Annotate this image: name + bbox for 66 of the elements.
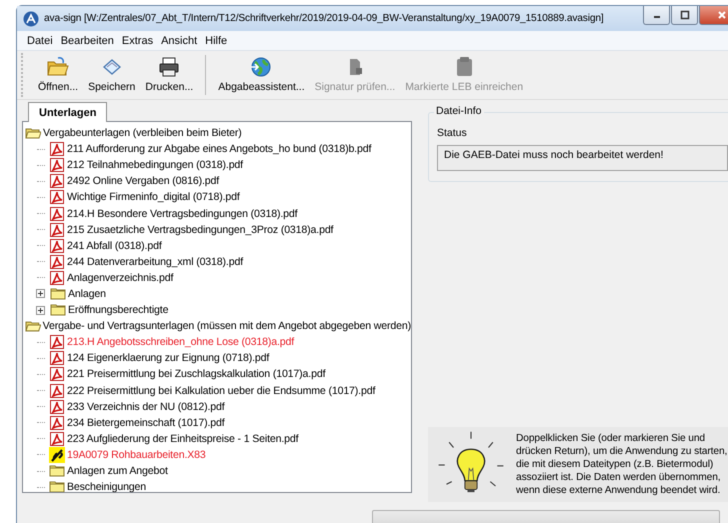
minimize-button[interactable]	[643, 6, 670, 25]
menu-item[interactable]: Bearbeiten	[56, 34, 118, 46]
tree-item[interactable]: 214.H Besondere Vertragsbedingungen (0318).pdf	[66, 208, 298, 220]
status-label: Status	[437, 127, 468, 139]
pdf-file-icon	[49, 430, 65, 447]
tree-item[interactable]: 19A0079 Rohbauarbeiten.X83	[66, 448, 206, 461]
tree-item[interactable]: Vergabeunterlagen (verbleiben beim Bieter)	[42, 127, 242, 140]
pdf-file-icon	[49, 189, 65, 206]
tree-item[interactable]: 234 Bietergemeinschaft (1017).pdf	[66, 416, 225, 429]
folder-icon	[46, 56, 70, 78]
pdf-file-icon	[49, 141, 65, 158]
menu-item[interactable]: Hilfe	[201, 34, 232, 46]
pdf-file-icon	[49, 414, 65, 431]
group-title: Datei-Info	[434, 105, 484, 117]
menu-item[interactable]: Datei	[23, 34, 57, 46]
window-title: ava-sign [W:/Zentrales/07_Abt_T/Intern/T12/Schriftverkehr/2019/2019-04-09_BW-Veranstaltung/xy_19A0079_1510889.avasign]	[44, 13, 604, 24]
app-logo-icon	[23, 10, 39, 26]
printer-icon	[157, 56, 182, 78]
tab[interactable]: Unterlagen	[28, 102, 108, 122]
tree-item[interactable]: Vergabe- und Vertragsunterlagen (müssen mit dem Angebot abgegeben werden)	[42, 320, 411, 332]
toolbar-button[interactable]: Speichern	[84, 53, 140, 97]
tree-item[interactable]: Anlagen zum Angebot	[66, 465, 168, 478]
tree-item[interactable]: 223 Aufgliederung der Einheitspreise - 1 Seiten.pdf	[66, 432, 298, 445]
tree-item[interactable]: Eröffnungsberechtigte	[67, 304, 168, 316]
pdf-file-icon	[49, 270, 65, 286]
tree-item[interactable]: 213.H Angebotsschreiben_ohne Lose (0318)a.pdf	[66, 336, 294, 348]
maximize-icon	[680, 10, 690, 20]
pdf-file-icon	[49, 173, 65, 190]
tree-item[interactable]: 124 Eigenerklaerung zur Eignung (0718).pdf	[66, 352, 270, 364]
tree-item[interactable]: 211 Aufforderung zur Abgabe eines Angebots_ho bund (0318)b.pdf	[66, 143, 372, 156]
pen-file-icon	[49, 446, 65, 463]
expand-button[interactable]	[36, 306, 45, 315]
tree-item[interactable]: 233 Verzeichnis der NU (0812).pdf	[66, 400, 225, 413]
globe-icon	[249, 56, 274, 78]
pdf-file-icon	[49, 206, 65, 222]
menu-item[interactable]: Ansicht	[157, 34, 202, 46]
maximize-button[interactable]	[671, 6, 698, 25]
tree-item[interactable]: Anlagen	[67, 288, 106, 300]
pdf-file-icon	[49, 238, 65, 254]
tree-item[interactable]: 244 Datenverarbeitung_xml (0318).pdf	[66, 256, 243, 268]
toolbar-button[interactable]: Öffnen...	[34, 53, 82, 97]
pdf-file-icon	[49, 334, 65, 350]
menu-item[interactable]: Extras	[118, 34, 158, 46]
tree-item[interactable]: 222 Preisermittlung bei Kalkulation ueber die Endsumme (1017).pdf	[66, 384, 376, 397]
toolbar-button[interactable]: Abgabeassistent...	[214, 53, 309, 97]
pdf-file-icon	[49, 222, 65, 238]
pdf-file-icon	[49, 398, 65, 415]
close-icon	[717, 10, 727, 20]
tree-item[interactable]: 241 Abfall (0318).pdf	[66, 240, 162, 252]
toolbar-button[interactable]: Drucken...	[141, 53, 198, 97]
hint-text: Doppelklicken Sie (oder markieren Sie und drücken Return), um die Anwendung zu starten, die mit diesem Dateitypen (z.B. Bietermodul) assoziiert ist. Die Daten werden übernommen, wenn diese externe Anwendung beendet wird.	[516, 432, 728, 497]
tree-item[interactable]: Wichtige Firmeninfo_digital (0718).pdf	[66, 191, 240, 204]
tree-item[interactable]: Bescheinigungen	[66, 481, 146, 492]
tree-item[interactable]: 212 Teilnahmebedingungen (0318).pdf	[66, 159, 243, 172]
pdf-file-icon	[49, 382, 65, 399]
status-field: Die GAEB-Datei muss noch bearbeitet werden!	[437, 145, 728, 171]
pdf-file-icon	[49, 157, 65, 174]
pdf-file-icon	[49, 366, 65, 382]
folder-icon	[49, 479, 65, 492]
pdf-file-icon	[49, 254, 65, 270]
expand-button[interactable]	[36, 289, 45, 298]
tree-item[interactable]: 2492 Online Vergaben (0816).pdf	[66, 175, 220, 188]
pdf-file-icon	[49, 350, 65, 366]
tree-item[interactable]: 215 Zusaetzliche Vertragsbedingungen_3Proz (0318)a.pdf	[66, 224, 334, 236]
tree-item[interactable]: 221 Preisermittlung bei Zuschlagskalkulation (1017)a.pdf	[66, 368, 326, 380]
tree-item[interactable]: Anlagenverzeichnis.pdf	[66, 272, 174, 284]
